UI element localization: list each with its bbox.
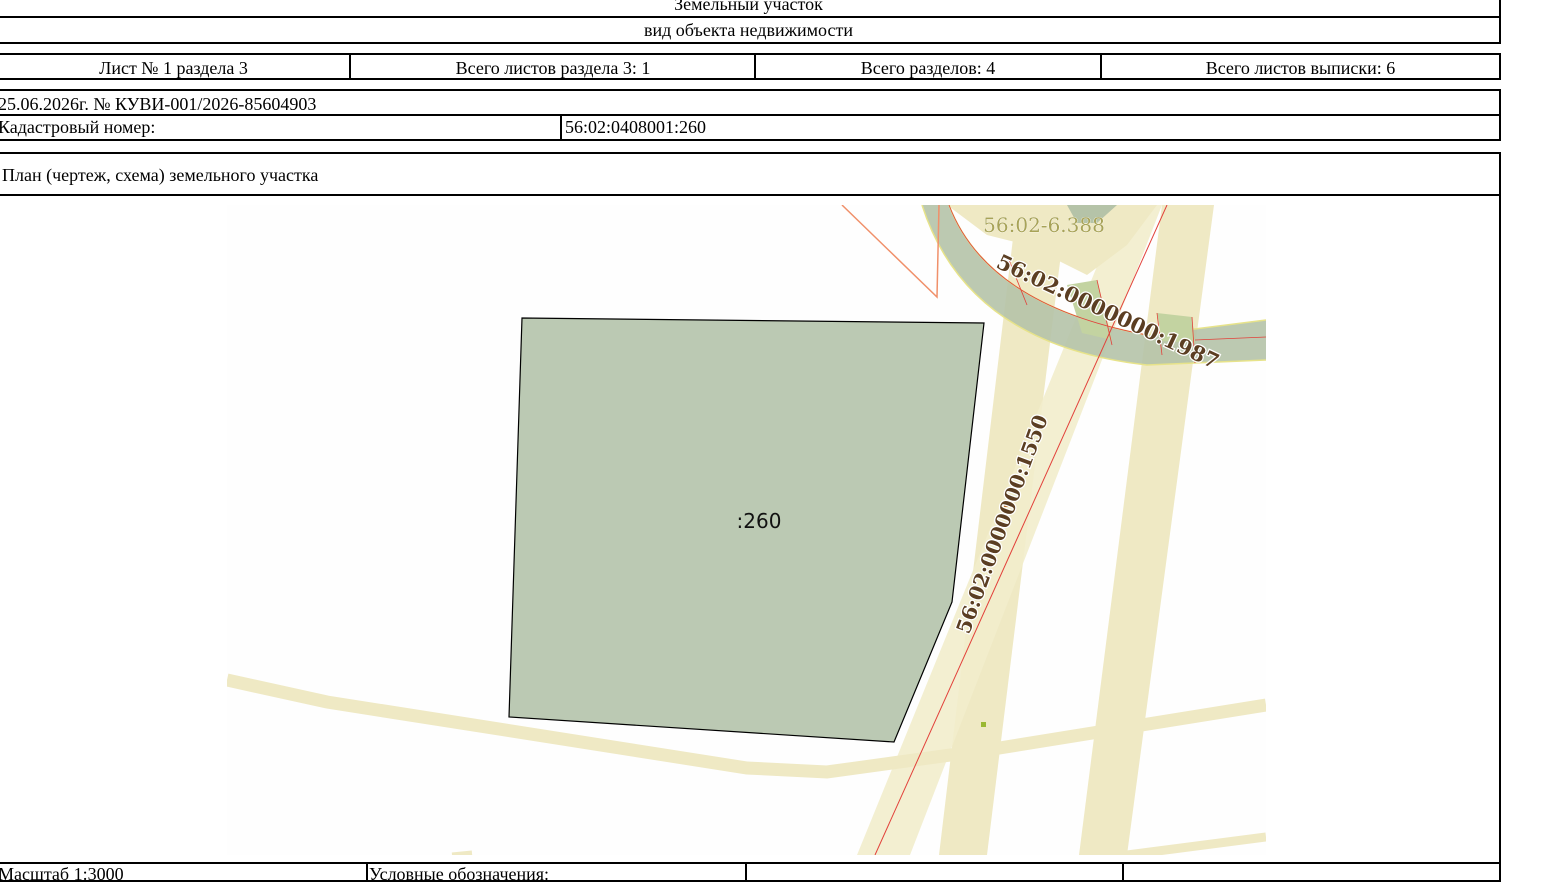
section-sheets-total: Всего листов раздела 3: 1 xyxy=(455,58,651,78)
legend-label: Условные обозначения: xyxy=(369,864,550,884)
parcel-label: :260 xyxy=(737,509,782,533)
sections-total: Всего разделов: 4 xyxy=(860,58,996,78)
object-title-row: Земельный участок xyxy=(0,0,1501,18)
divider xyxy=(366,864,368,880)
object-kind-caption: вид объекта недвижимости xyxy=(644,20,853,40)
cadastral-map: :260 56:02-6.388 56:02:0000000:1987 56:0… xyxy=(227,205,1266,855)
divider xyxy=(1122,864,1124,880)
cadastral-label: Кадастровый номер: xyxy=(0,117,156,137)
cadastral-value: 56:02:0408001:260 xyxy=(565,117,707,137)
date-number-row: 25.06.2026г. № КУВИ-001/2026-85604903 xyxy=(0,89,1501,116)
plan-title: План (чертеж, схема) земельного участка xyxy=(2,165,319,185)
sheets-row: Лист № 1 раздела 3 Всего листов раздела … xyxy=(0,53,1501,80)
extract-sheets-total: Всего листов выписки: 6 xyxy=(1205,58,1396,78)
object-kind-row: вид объекта недвижимости xyxy=(0,17,1501,44)
divider xyxy=(560,114,562,139)
plan-title-row: План (чертеж, схема) земельного участка xyxy=(0,152,1501,196)
scale-label: Масштаб 1:3000 xyxy=(0,864,124,884)
cadastral-row: Кадастровый номер: 56:02:0408001:260 xyxy=(0,114,1501,141)
point-marker xyxy=(981,722,986,727)
object-title: Земельный участок xyxy=(674,0,823,14)
zone-band xyxy=(451,850,473,855)
zone-label: 56:02-6.388 xyxy=(983,213,1105,237)
date-number: 25.06.2026г. № КУВИ-001/2026-85604903 xyxy=(0,94,317,114)
divider xyxy=(745,864,747,880)
legend-row: Масштаб 1:3000 Условные обозначения: xyxy=(0,862,1501,884)
sheet-number: Лист № 1 раздела 3 xyxy=(99,58,248,78)
